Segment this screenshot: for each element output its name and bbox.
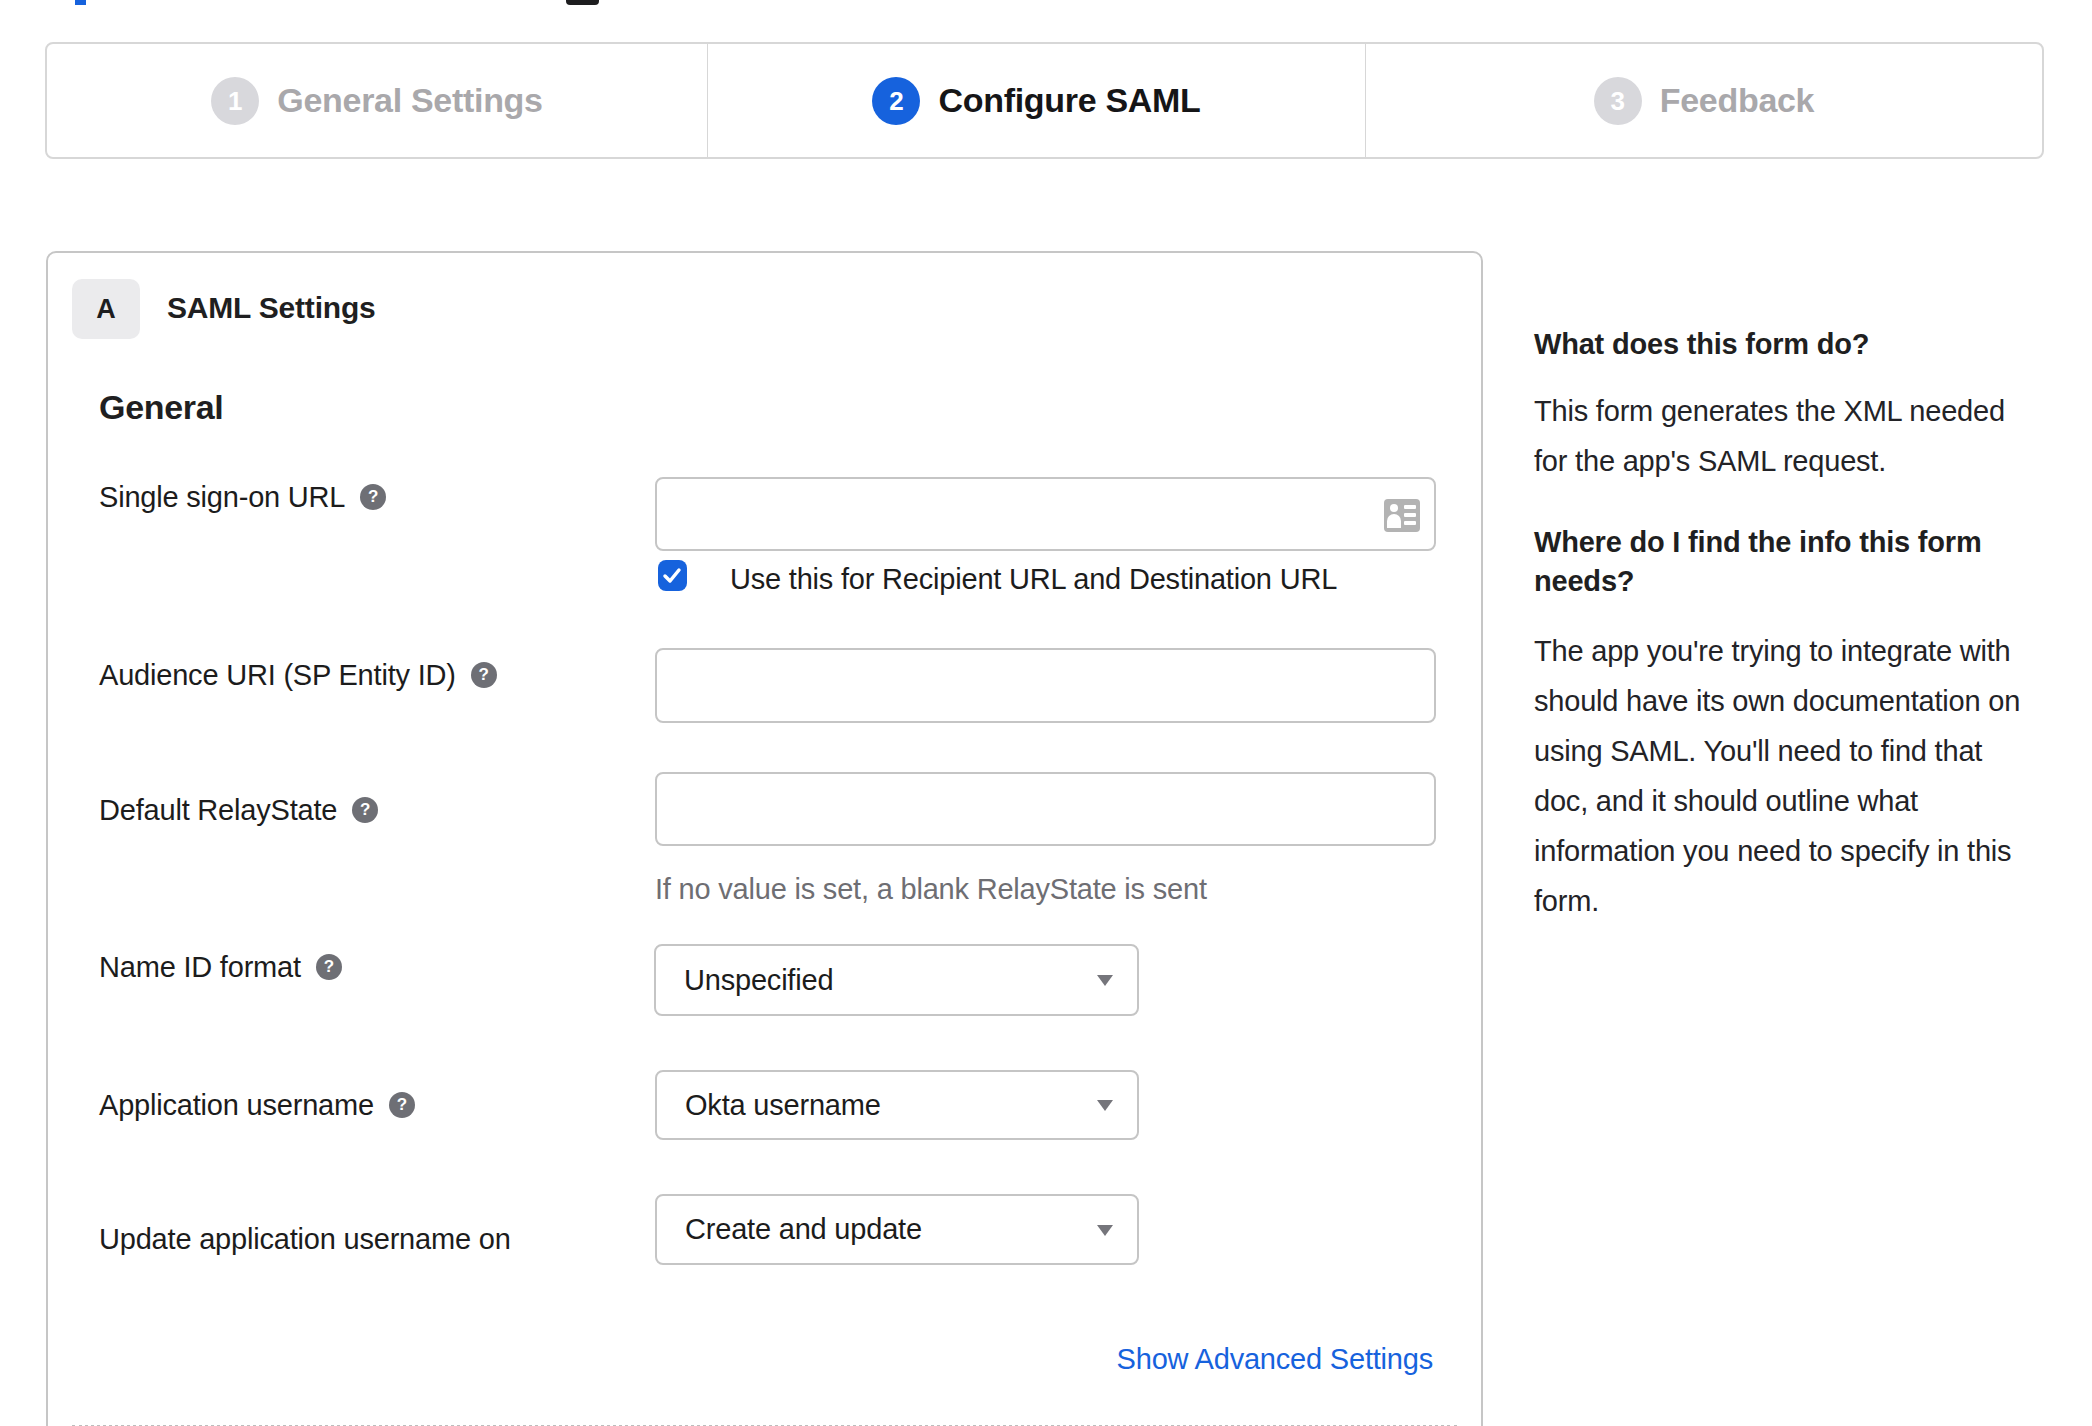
nameid-label: Name ID format: [99, 951, 301, 984]
sidebar-heading-1: What does this form do?: [1534, 326, 1869, 362]
step-general-settings[interactable]: 1 General Settings: [47, 44, 707, 157]
contact-card-icon[interactable]: [1384, 499, 1420, 532]
recipient-url-checkbox[interactable]: [658, 560, 687, 591]
step-1-label: General Settings: [277, 81, 542, 120]
cutoff-dark-icon-fragment: [566, 0, 599, 5]
relaystate-label-row: Default RelayState ?: [99, 795, 378, 825]
sidebar-paragraph-1: This form generates the XML needed for t…: [1534, 386, 2005, 486]
appuser-label-row: Application username ?: [99, 1090, 415, 1120]
general-section-heading: General: [99, 388, 224, 427]
appuser-label: Application username: [99, 1089, 374, 1122]
update-caret-icon: [1097, 1225, 1113, 1236]
nameid-format-select[interactable]: Unspecified: [654, 944, 1139, 1016]
application-username-select[interactable]: Okta username: [655, 1070, 1139, 1140]
relaystate-hint: If no value is set, a blank RelayState i…: [655, 873, 1207, 906]
nameid-format-value: Unspecified: [656, 964, 833, 997]
relaystate-help-icon[interactable]: ?: [352, 797, 378, 823]
help-sidebar: What does this form do? This form genera…: [1534, 0, 2074, 1426]
sso-url-label-row: Single sign-on URL ?: [99, 482, 386, 512]
nameid-help-icon[interactable]: ?: [316, 954, 342, 980]
step-configure-saml[interactable]: 2 Configure SAML: [707, 44, 1365, 157]
audience-uri-input[interactable]: [655, 648, 1436, 723]
step-2-number-circle: 2: [872, 77, 920, 125]
update-username-select[interactable]: Create and update: [655, 1194, 1139, 1265]
audience-uri-label: Audience URI (SP Entity ID): [99, 659, 456, 692]
saml-settings-panel: A SAML Settings General Single sign-on U…: [46, 251, 1483, 1426]
sso-url-label: Single sign-on URL: [99, 481, 345, 514]
audience-uri-label-row: Audience URI (SP Entity ID) ?: [99, 660, 497, 690]
sso-url-input[interactable]: [655, 477, 1436, 551]
sso-url-help-icon[interactable]: ?: [360, 484, 386, 510]
appuser-caret-icon: [1097, 1100, 1113, 1111]
panel-title: SAML Settings: [167, 291, 376, 325]
sidebar-heading-2: Where do I find the info this form needs…: [1534, 523, 1982, 601]
relaystate-input[interactable]: [655, 772, 1436, 846]
update-username-label: Update application username on: [99, 1223, 511, 1256]
nameid-caret-icon: [1097, 975, 1113, 986]
audience-uri-help-icon[interactable]: ?: [471, 662, 497, 688]
sidebar-paragraph-2: The app you're trying to integrate with …: [1534, 626, 2020, 926]
appuser-help-icon[interactable]: ?: [389, 1092, 415, 1118]
application-username-value: Okta username: [657, 1089, 881, 1122]
step-2-label: Configure SAML: [938, 81, 1200, 120]
step-1-number-circle: 1: [211, 77, 259, 125]
cutoff-blue-logo-fragment: [75, 0, 86, 5]
update-username-label-row: Update application username on: [99, 1224, 511, 1254]
relaystate-label: Default RelayState: [99, 794, 337, 827]
update-username-value: Create and update: [657, 1213, 922, 1246]
section-a-badge: A: [72, 279, 140, 339]
recipient-url-checkbox-label: Use this for Recipient URL and Destinati…: [730, 563, 1337, 596]
nameid-label-row: Name ID format ?: [99, 952, 342, 982]
show-advanced-settings-link[interactable]: Show Advanced Settings: [1117, 1343, 1433, 1376]
